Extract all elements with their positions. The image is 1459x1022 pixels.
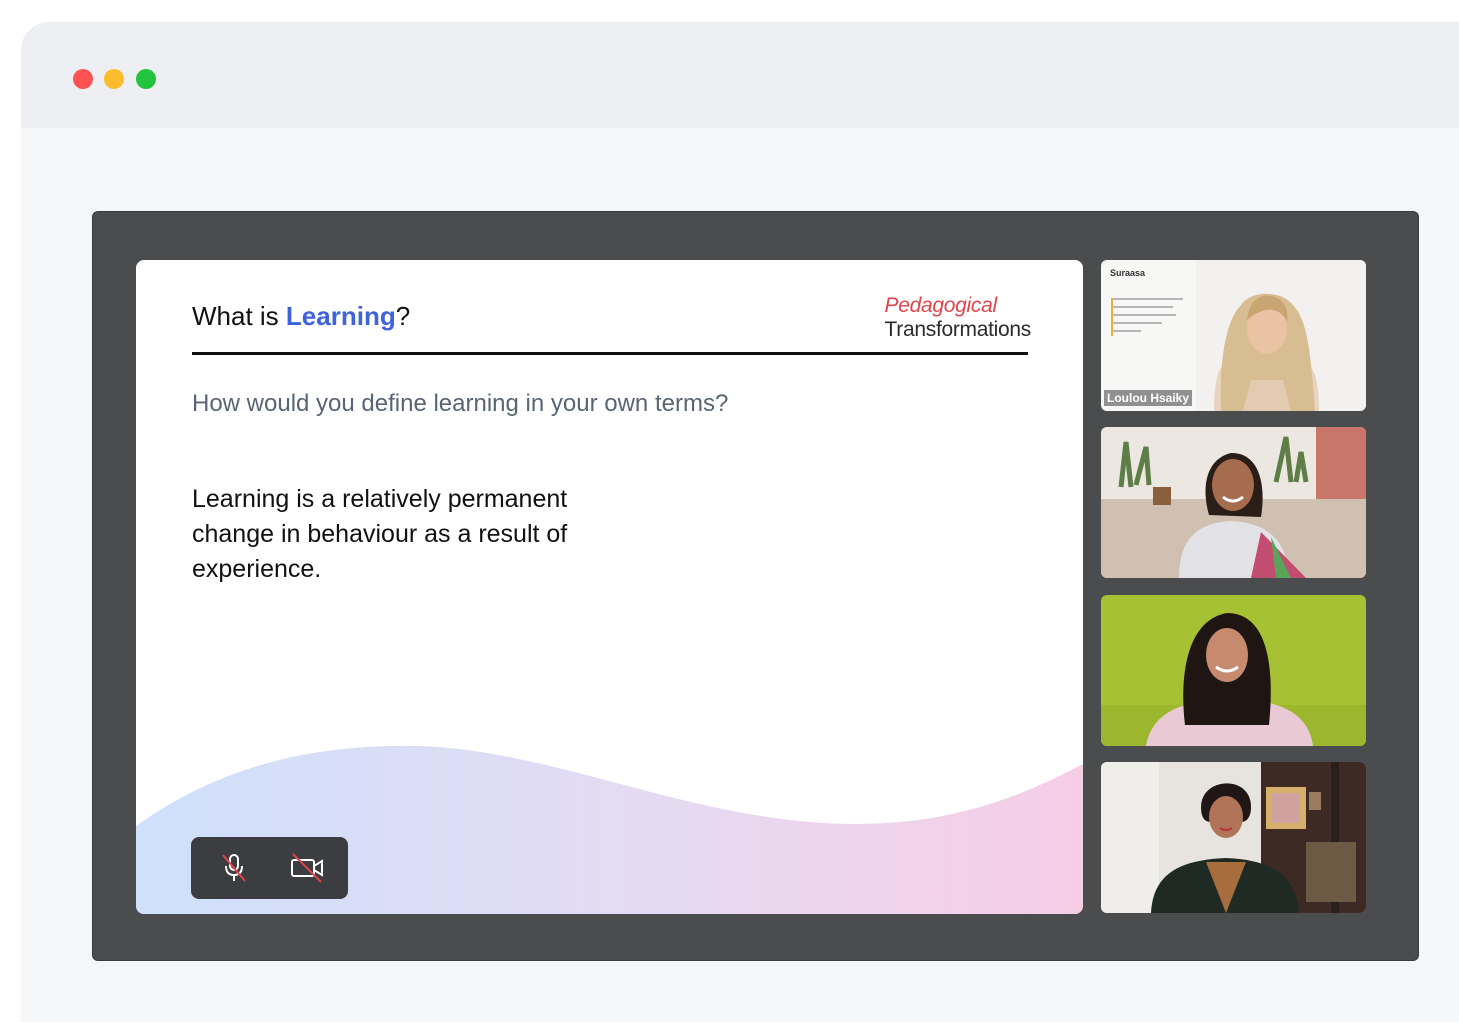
minimize-window-button[interactable] — [104, 69, 124, 89]
brand-top-text: Pedagogical — [884, 294, 998, 317]
mic-off-icon[interactable] — [216, 850, 252, 886]
participant-tile[interactable] — [1101, 427, 1366, 578]
video-meeting: What is Learning? Pedagogical Transforma… — [92, 211, 1419, 961]
participant-video — [1101, 595, 1366, 746]
call-controls-bar — [191, 837, 348, 899]
participant-slide-brand: Suraasa — [1110, 268, 1146, 278]
participant-video — [1101, 427, 1366, 578]
participant-name: Loulou Hsaiky — [1104, 390, 1193, 406]
browser-window: What is Learning? Pedagogical Transforma… — [21, 22, 1459, 1022]
participant-slide-text — [1113, 298, 1183, 338]
maximize-window-button[interactable] — [136, 69, 156, 89]
slide-divider — [192, 352, 1028, 355]
slide-title-highlight: Learning — [285, 301, 396, 331]
participant-tile[interactable] — [1101, 595, 1366, 746]
slide-title-suffix: ? — [395, 301, 411, 331]
camera-off-icon[interactable] — [289, 850, 325, 886]
slide-title-prefix: What is — [192, 301, 286, 331]
shared-presentation-slide: What is Learning? Pedagogical Transforma… — [136, 260, 1083, 914]
slide-title: What is Learning? — [192, 301, 410, 332]
brand-bottom-text: Transformations — [884, 318, 1032, 341]
slide-answer: Learning is a relatively permanent chang… — [192, 485, 568, 583]
participant-video — [1101, 762, 1366, 913]
slide-question: How would you define learning in your ow… — [192, 390, 729, 417]
participant-tile[interactable]: Suraasa Loulou Hsaiky — [1101, 260, 1366, 411]
close-window-button[interactable] — [73, 69, 93, 89]
participant-tile[interactable] — [1101, 762, 1366, 913]
slide-brand-logo: Pedagogical Transformations — [884, 294, 1032, 342]
window-titlebar — [21, 22, 1459, 128]
